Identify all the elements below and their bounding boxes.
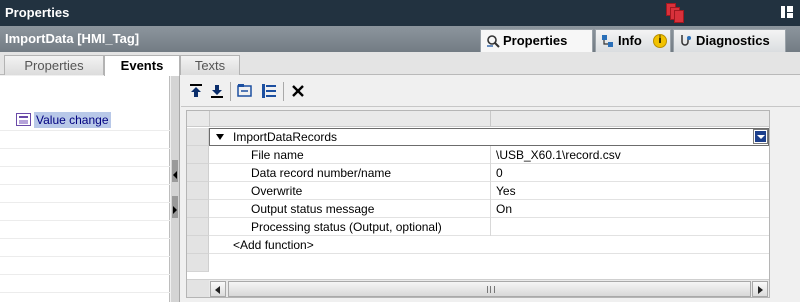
- add-function-row[interactable]: <Add function>: [187, 236, 769, 254]
- properties-icon: [486, 34, 500, 48]
- collapse-arrow-icon[interactable]: [216, 134, 224, 140]
- parameter-name: Overwrite: [251, 184, 303, 198]
- dock-icon[interactable]: [781, 6, 793, 18]
- scrollbar-thumb[interactable]: [228, 281, 751, 297]
- window-stack-icon[interactable]: [666, 3, 684, 23]
- inspector-header: ImportData [HMI_Tag] Properties Info i D…: [0, 26, 800, 52]
- grip-icon: [487, 286, 495, 293]
- tab-properties-label: Properties: [503, 33, 568, 48]
- function-row[interactable]: ImportDataRecords: [187, 128, 769, 146]
- tab-info[interactable]: Info i: [595, 29, 671, 52]
- info-badge-icon: i: [653, 34, 667, 48]
- tab-properties[interactable]: Properties: [480, 29, 593, 52]
- parameter-value[interactable]: On: [496, 202, 512, 216]
- parameter-row[interactable]: Processing status (Output, optional): [187, 218, 769, 236]
- parameter-name: Processing status (Output, optional): [251, 220, 442, 234]
- subtab-events[interactable]: Events: [104, 55, 180, 76]
- tab-diagnostics-label: Diagnostics: [696, 33, 770, 48]
- horizontal-scrollbar[interactable]: [209, 279, 769, 297]
- chevron-left-icon: [215, 286, 220, 294]
- function-dropdown-button[interactable]: [753, 129, 768, 144]
- chevron-right-icon: [758, 286, 763, 294]
- expand-right-icon[interactable]: [173, 206, 177, 214]
- parameter-row[interactable]: Data record number/name 0: [187, 164, 769, 182]
- move-up-icon[interactable]: [187, 82, 205, 100]
- window-title: Properties: [5, 5, 70, 20]
- scroll-right-button[interactable]: [752, 281, 768, 297]
- parameter-row[interactable]: File name \USB_X60.1\record.csv: [187, 146, 769, 164]
- parameter-value[interactable]: Yes: [496, 184, 516, 198]
- parameter-name: Output status message: [251, 202, 375, 216]
- info-icon: [601, 34, 615, 48]
- object-name: ImportData [HMI_Tag]: [5, 31, 140, 46]
- function-toolbar: [181, 76, 800, 107]
- tab-diagnostics[interactable]: Diagnostics: [673, 29, 786, 52]
- function-grid: ImportDataRecords File name \USB_X60.1\r…: [186, 110, 770, 298]
- parameter-value[interactable]: 0: [496, 166, 503, 180]
- parameter-name: Data record number/name: [251, 166, 392, 180]
- parameter-name: File name: [251, 148, 304, 162]
- window-titlebar: Properties: [0, 0, 800, 26]
- move-down-icon[interactable]: [208, 82, 226, 100]
- chevron-down-icon: [755, 131, 766, 142]
- parameter-value[interactable]: \USB_X60.1\record.csv: [496, 148, 621, 162]
- delete-icon[interactable]: [289, 82, 307, 100]
- grid-header: [187, 111, 769, 127]
- event-item-label: Value change: [34, 112, 111, 128]
- panel-splitter[interactable]: [171, 76, 180, 302]
- subtab-properties[interactable]: Properties: [4, 55, 104, 75]
- function-name[interactable]: ImportDataRecords: [233, 130, 337, 144]
- tab-info-label: Info: [618, 33, 642, 48]
- parameter-row[interactable]: Output status message On: [187, 200, 769, 218]
- scroll-left-button[interactable]: [210, 281, 226, 297]
- collapse-left-icon[interactable]: [173, 171, 177, 179]
- subtab-bar: Properties Events Texts: [0, 52, 800, 76]
- diagnostics-icon: [679, 34, 693, 48]
- parameter-row[interactable]: Overwrite Yes: [187, 182, 769, 200]
- group-icon[interactable]: [236, 82, 254, 100]
- event-icon: [16, 113, 31, 126]
- subtab-texts[interactable]: Texts: [180, 55, 240, 75]
- list-icon[interactable]: [260, 82, 278, 100]
- add-function-label[interactable]: <Add function>: [233, 238, 314, 252]
- event-list: Value change: [0, 76, 170, 302]
- function-editor: ImportDataRecords File name \USB_X60.1\r…: [181, 76, 800, 302]
